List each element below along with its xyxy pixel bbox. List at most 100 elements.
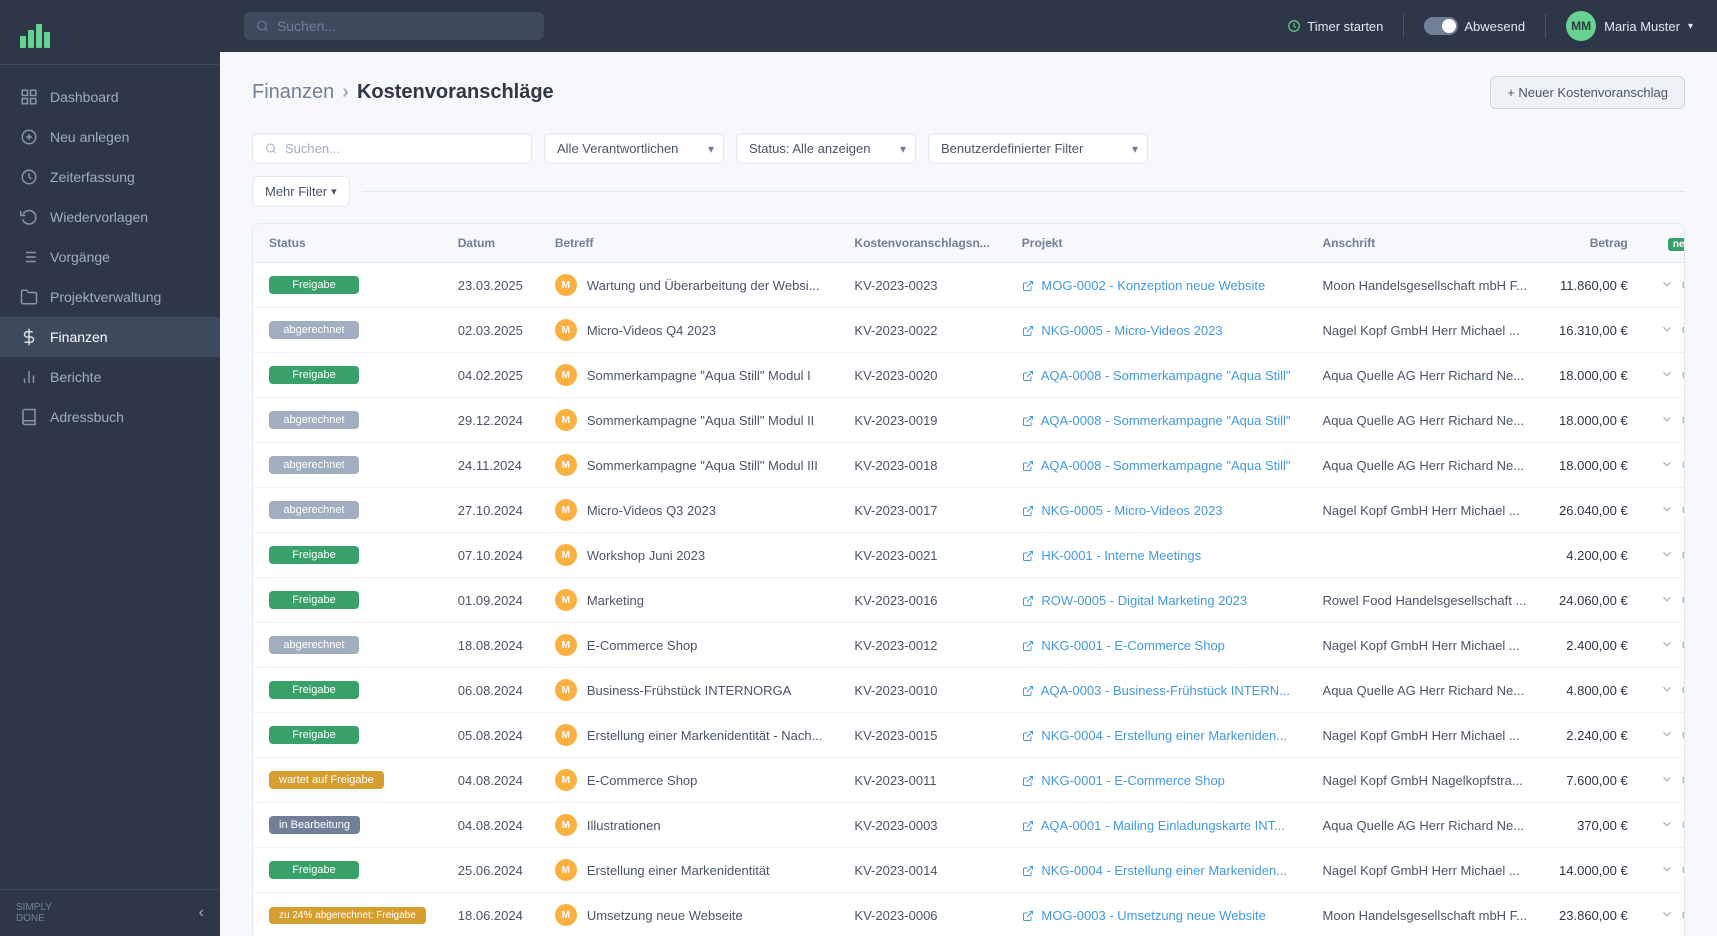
- table-row[interactable]: abgerechnet 02.03.2025 M Micro-Videos Q4…: [253, 308, 1685, 353]
- print-button[interactable]: [1682, 817, 1685, 834]
- cell-project[interactable]: HK-0001 - Interne Meetings: [1006, 533, 1307, 578]
- table-row[interactable]: Freigabe 23.03.2025 M Wartung und Überar…: [253, 263, 1685, 308]
- table-row[interactable]: in Bearbeitung 04.08.2024 M Illustration…: [253, 803, 1685, 848]
- cell-subject[interactable]: M E-Commerce Shop: [539, 758, 839, 803]
- cell-project[interactable]: ROW-0005 - Digital Marketing 2023: [1006, 578, 1307, 623]
- breadcrumb-parent[interactable]: Finanzen: [252, 81, 334, 104]
- cell-subject[interactable]: M Micro-Videos Q3 2023: [539, 488, 839, 533]
- print-button[interactable]: [1682, 502, 1685, 519]
- print-button[interactable]: [1682, 727, 1685, 744]
- cell-project[interactable]: NKG-0001 - E-Commerce Shop: [1006, 623, 1307, 668]
- filter-search-container[interactable]: [252, 133, 532, 164]
- print-button[interactable]: [1682, 862, 1685, 879]
- cell-subject[interactable]: M Business-Frühstück INTERNORGA: [539, 668, 839, 713]
- cell-project[interactable]: AQA-0001 - Mailing Einladungskarte INT..…: [1006, 803, 1307, 848]
- project-link[interactable]: NKG-0005 - Micro-Videos 2023: [1041, 323, 1222, 338]
- expand-row-button[interactable]: [1660, 727, 1674, 744]
- print-button[interactable]: [1682, 457, 1685, 474]
- global-search[interactable]: [244, 12, 544, 40]
- cell-project[interactable]: AQA-0008 - Sommerkampagne "Aqua Still": [1006, 398, 1307, 443]
- cell-project[interactable]: AQA-0008 - Sommerkampagne "Aqua Still": [1006, 443, 1307, 488]
- expand-row-button[interactable]: [1660, 907, 1674, 924]
- print-button[interactable]: [1682, 637, 1685, 654]
- expand-row-button[interactable]: [1660, 412, 1674, 429]
- project-link[interactable]: NKG-0004 - Erstellung einer Markeniden..…: [1041, 863, 1287, 878]
- expand-row-button[interactable]: [1660, 817, 1674, 834]
- cell-project[interactable]: NKG-0005 - Micro-Videos 2023: [1006, 308, 1307, 353]
- table-row[interactable]: abgerechnet 24.11.2024 M Sommerkampagne …: [253, 443, 1685, 488]
- cell-project[interactable]: MOG-0002 - Konzeption neue Website: [1006, 263, 1307, 308]
- table-row[interactable]: abgerechnet 18.08.2024 M E-Commerce Shop…: [253, 623, 1685, 668]
- project-link[interactable]: HK-0001 - Interne Meetings: [1041, 548, 1201, 563]
- cell-subject[interactable]: M Erstellung einer Markenidentität - Nac…: [539, 713, 839, 758]
- cell-subject[interactable]: M Wartung und Überarbeitung der Websi...: [539, 263, 839, 308]
- expand-row-button[interactable]: [1660, 277, 1674, 294]
- cell-subject[interactable]: M Workshop Juni 2023: [539, 533, 839, 578]
- print-button[interactable]: [1682, 772, 1685, 789]
- table-row[interactable]: Freigabe 04.02.2025 M Sommerkampagne "Aq…: [253, 353, 1685, 398]
- project-link[interactable]: NKG-0004 - Erstellung einer Markeniden..…: [1041, 728, 1287, 743]
- cell-project[interactable]: NKG-0004 - Erstellung einer Markeniden..…: [1006, 848, 1307, 893]
- expand-row-button[interactable]: [1660, 547, 1674, 564]
- table-row[interactable]: Freigabe 05.08.2024 M Erstellung einer M…: [253, 713, 1685, 758]
- cell-subject[interactable]: M Umsetzung neue Webseite: [539, 893, 839, 936]
- user-menu[interactable]: MM Maria Muster ▾: [1566, 11, 1693, 41]
- sidebar-item-vorgaenge[interactable]: Vorgänge: [0, 237, 220, 277]
- sidebar-item-zeiterfassung[interactable]: Zeiterfassung: [0, 157, 220, 197]
- cell-project[interactable]: MOG-0003 - Umsetzung neue Website: [1006, 893, 1307, 936]
- project-link[interactable]: MOG-0003 - Umsetzung neue Website: [1041, 908, 1265, 923]
- cell-project[interactable]: NKG-0005 - Micro-Videos 2023: [1006, 488, 1307, 533]
- sidebar-item-adressbuch[interactable]: Adressbuch: [0, 397, 220, 437]
- sidebar-item-finanzen[interactable]: Finanzen: [0, 317, 220, 357]
- cell-subject[interactable]: M E-Commerce Shop: [539, 623, 839, 668]
- project-link[interactable]: NKG-0001 - E-Commerce Shop: [1041, 638, 1225, 653]
- project-link[interactable]: AQA-0008 - Sommerkampagne "Aqua Still": [1041, 458, 1291, 473]
- cell-subject[interactable]: M Sommerkampagne "Aqua Still" Modul III: [539, 443, 839, 488]
- expand-row-button[interactable]: [1660, 637, 1674, 654]
- cell-subject[interactable]: M Sommerkampagne "Aqua Still" Modul I: [539, 353, 839, 398]
- print-button[interactable]: [1682, 412, 1685, 429]
- table-row[interactable]: zu 24% abgerechnet: Freigabe 18.06.2024 …: [253, 893, 1685, 936]
- project-link[interactable]: NKG-0001 - E-Commerce Shop: [1041, 773, 1225, 788]
- cell-subject[interactable]: M Illustrationen: [539, 803, 839, 848]
- expand-row-button[interactable]: [1660, 862, 1674, 879]
- expand-row-button[interactable]: [1660, 592, 1674, 609]
- timer-start-button[interactable]: Timer starten: [1287, 19, 1383, 34]
- table-row[interactable]: Freigabe 25.06.2024 M Erstellung einer M…: [253, 848, 1685, 893]
- benutzerdefinierter-filter[interactable]: Benutzerdefinierter Filter: [928, 133, 1148, 164]
- project-link[interactable]: NKG-0005 - Micro-Videos 2023: [1041, 503, 1222, 518]
- project-link[interactable]: AQA-0001 - Mailing Einladungskarte INT..…: [1041, 818, 1285, 833]
- cell-project[interactable]: NKG-0001 - E-Commerce Shop: [1006, 758, 1307, 803]
- status-filter[interactable]: Status: Alle anzeigen: [736, 133, 916, 164]
- project-link[interactable]: MOG-0002 - Konzeption neue Website: [1041, 278, 1265, 293]
- verantwortliche-select[interactable]: Alle Verantwortlichen: [544, 133, 724, 164]
- table-row[interactable]: Freigabe 06.08.2024 M Business-Frühstück…: [253, 668, 1685, 713]
- table-row[interactable]: wartet auf Freigabe 04.08.2024 M E-Comme…: [253, 758, 1685, 803]
- print-button[interactable]: [1682, 367, 1685, 384]
- sidebar-item-wiedervorlagen[interactable]: Wiedervorlagen: [0, 197, 220, 237]
- sidebar-item-neu-anlegen[interactable]: Neu anlegen: [0, 117, 220, 157]
- cell-subject[interactable]: M Sommerkampagne "Aqua Still" Modul II: [539, 398, 839, 443]
- print-button[interactable]: [1682, 547, 1685, 564]
- sidebar-item-dashboard[interactable]: Dashboard: [0, 77, 220, 117]
- new-kostenvoranschlag-button[interactable]: + Neuer Kostenvoranschlag: [1490, 76, 1685, 109]
- cell-subject[interactable]: M Micro-Videos Q4 2023: [539, 308, 839, 353]
- collapse-sidebar-button[interactable]: ‹: [199, 904, 204, 922]
- mehr-filter-button[interactable]: Mehr Filter ▾: [252, 176, 350, 207]
- expand-row-button[interactable]: [1660, 682, 1674, 699]
- table-row[interactable]: abgerechnet 27.10.2024 M Micro-Videos Q3…: [253, 488, 1685, 533]
- print-button[interactable]: [1682, 592, 1685, 609]
- cell-subject[interactable]: M Erstellung einer Markenidentität: [539, 848, 839, 893]
- table-row[interactable]: abgerechnet 29.12.2024 M Sommerkampagne …: [253, 398, 1685, 443]
- expand-row-button[interactable]: [1660, 457, 1674, 474]
- status-select[interactable]: Status: Alle anzeigen: [736, 133, 916, 164]
- expand-row-button[interactable]: [1660, 367, 1674, 384]
- table-row[interactable]: Freigabe 01.09.2024 M Marketing KV-2023-…: [253, 578, 1685, 623]
- table-row[interactable]: Freigabe 07.10.2024 M Workshop Juni 2023…: [253, 533, 1685, 578]
- expand-row-button[interactable]: [1660, 502, 1674, 519]
- project-link[interactable]: AQA-0008 - Sommerkampagne "Aqua Still": [1041, 413, 1291, 428]
- cell-subject[interactable]: M Marketing: [539, 578, 839, 623]
- project-link[interactable]: AQA-0008 - Sommerkampagne "Aqua Still": [1041, 368, 1291, 383]
- cell-project[interactable]: AQA-0003 - Business-Frühstück INTERN...: [1006, 668, 1307, 713]
- print-button[interactable]: [1682, 322, 1685, 339]
